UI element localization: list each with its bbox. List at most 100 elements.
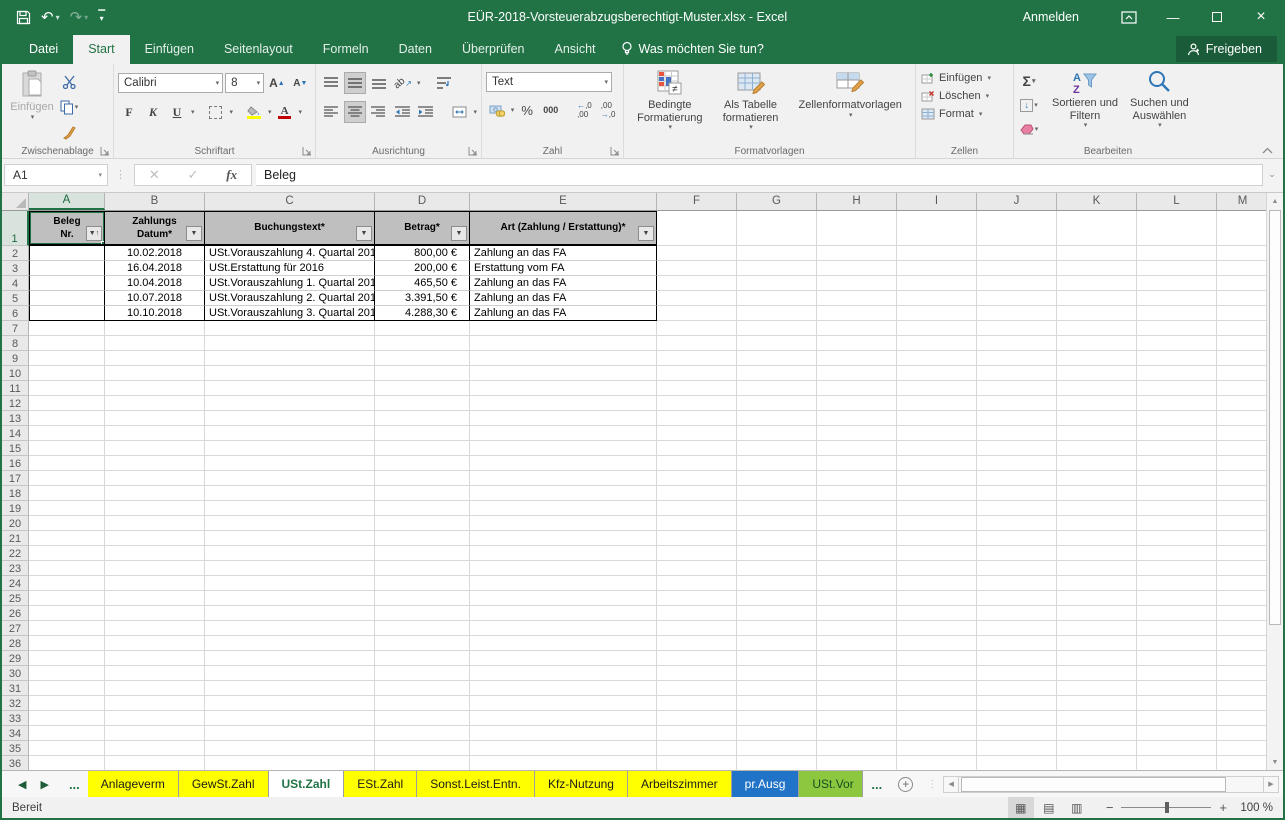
cell-G10[interactable] [737, 366, 817, 381]
cell-H24[interactable] [817, 576, 897, 591]
cell-I30[interactable] [897, 666, 977, 681]
cell-K30[interactable] [1057, 666, 1137, 681]
row-header-22[interactable]: 22 [2, 546, 29, 561]
cell-A26[interactable] [29, 606, 105, 621]
cell-B21[interactable] [105, 531, 205, 546]
zoom-slider[interactable] [1121, 802, 1212, 813]
cell-C3[interactable]: USt.Erstattung für 2016 [205, 261, 375, 276]
cancel-entry-icon[interactable]: ✕ [149, 167, 160, 183]
minimize-button[interactable]: — [1151, 0, 1195, 34]
cell-L29[interactable] [1137, 651, 1217, 666]
cell-F33[interactable] [657, 711, 737, 726]
cell-D2[interactable]: 800,00 € [375, 246, 470, 261]
cell-F17[interactable] [657, 471, 737, 486]
cell-F2[interactable] [657, 246, 737, 261]
cell-H2[interactable] [817, 246, 897, 261]
customize-qat-button[interactable]: ▔ ▾ [98, 11, 105, 23]
row-header-7[interactable]: 7 [2, 321, 29, 336]
column-header-I[interactable]: I [897, 193, 977, 210]
cell-D18[interactable] [375, 486, 470, 501]
align-center-button[interactable] [343, 101, 366, 123]
cell-B29[interactable] [105, 651, 205, 666]
cell-M21[interactable] [1217, 531, 1266, 546]
cell-K10[interactable] [1057, 366, 1137, 381]
cell-F5[interactable] [657, 291, 737, 306]
row-header-32[interactable]: 32 [2, 696, 29, 711]
cell-J26[interactable] [977, 606, 1057, 621]
cell-B24[interactable] [105, 576, 205, 591]
cell-C4[interactable]: USt.Vorauszahlung 1. Quartal 2017 [205, 276, 375, 291]
cell-A5[interactable] [29, 291, 105, 306]
cell-M1[interactable] [1217, 211, 1266, 246]
cell-E34[interactable] [470, 726, 657, 741]
cell-A33[interactable] [29, 711, 105, 726]
cell-A11[interactable] [29, 381, 105, 396]
cell-I17[interactable] [897, 471, 977, 486]
cell-G27[interactable] [737, 621, 817, 636]
cell-B20[interactable] [105, 516, 205, 531]
cell-J10[interactable] [977, 366, 1057, 381]
cell-F25[interactable] [657, 591, 737, 606]
name-box[interactable]: A1 ▾ [4, 163, 108, 186]
cell-H23[interactable] [817, 561, 897, 576]
cell-B35[interactable] [105, 741, 205, 756]
sign-in-link[interactable]: Anmelden [1023, 10, 1079, 24]
cell-I11[interactable] [897, 381, 977, 396]
cell-E35[interactable] [470, 741, 657, 756]
borders-button[interactable] [205, 101, 227, 123]
cell-A32[interactable] [29, 696, 105, 711]
align-bottom-button[interactable] [368, 72, 390, 94]
cell-G1[interactable] [737, 211, 817, 246]
cell-E32[interactable] [470, 696, 657, 711]
cell-B31[interactable] [105, 681, 205, 696]
cell-D3[interactable]: 200,00 € [375, 261, 470, 276]
cell-G23[interactable] [737, 561, 817, 576]
cell-M26[interactable] [1217, 606, 1266, 621]
row-header-18[interactable]: 18 [2, 486, 29, 501]
cell-C15[interactable] [205, 441, 375, 456]
cell-B23[interactable] [105, 561, 205, 576]
cell-I3[interactable] [897, 261, 977, 276]
share-button[interactable]: Freigeben [1175, 36, 1277, 62]
cell-D10[interactable] [375, 366, 470, 381]
cell-J4[interactable] [977, 276, 1057, 291]
cell-C13[interactable] [205, 411, 375, 426]
cell-H28[interactable] [817, 636, 897, 651]
cell-A3[interactable] [29, 261, 105, 276]
cell-H8[interactable] [817, 336, 897, 351]
row-header-26[interactable]: 26 [2, 606, 29, 621]
cell-M2[interactable] [1217, 246, 1266, 261]
cell-E33[interactable] [470, 711, 657, 726]
cell-D17[interactable] [375, 471, 470, 486]
cell-A25[interactable] [29, 591, 105, 606]
cell-C36[interactable] [205, 756, 375, 770]
grow-font-button[interactable]: A ▲ [266, 72, 287, 94]
cell-I4[interactable] [897, 276, 977, 291]
cell-D33[interactable] [375, 711, 470, 726]
cell-D19[interactable] [375, 501, 470, 516]
row-header-12[interactable]: 12 [2, 396, 29, 411]
cell-G18[interactable] [737, 486, 817, 501]
cell-B2[interactable]: 10.02.2018 [105, 246, 205, 261]
cell-A34[interactable] [29, 726, 105, 741]
cell-A4[interactable] [29, 276, 105, 291]
cell-C18[interactable] [205, 486, 375, 501]
cell-K22[interactable] [1057, 546, 1137, 561]
cell-I35[interactable] [897, 741, 977, 756]
cell-F6[interactable] [657, 306, 737, 321]
cell-M4[interactable] [1217, 276, 1266, 291]
row-header-5[interactable]: 5 [2, 291, 29, 306]
cell-L34[interactable] [1137, 726, 1217, 741]
ribbon-tab-start[interactable]: Start [73, 35, 130, 64]
cell-C11[interactable] [205, 381, 375, 396]
cell-A20[interactable] [29, 516, 105, 531]
font-name-combo[interactable]: Calibri ▾ [118, 73, 224, 93]
cell-G3[interactable] [737, 261, 817, 276]
column-header-H[interactable]: H [817, 193, 897, 210]
cell-D11[interactable] [375, 381, 470, 396]
cell-M20[interactable] [1217, 516, 1266, 531]
cell-I16[interactable] [897, 456, 977, 471]
cell-M12[interactable] [1217, 396, 1266, 411]
cell-B11[interactable] [105, 381, 205, 396]
cell-A9[interactable] [29, 351, 105, 366]
